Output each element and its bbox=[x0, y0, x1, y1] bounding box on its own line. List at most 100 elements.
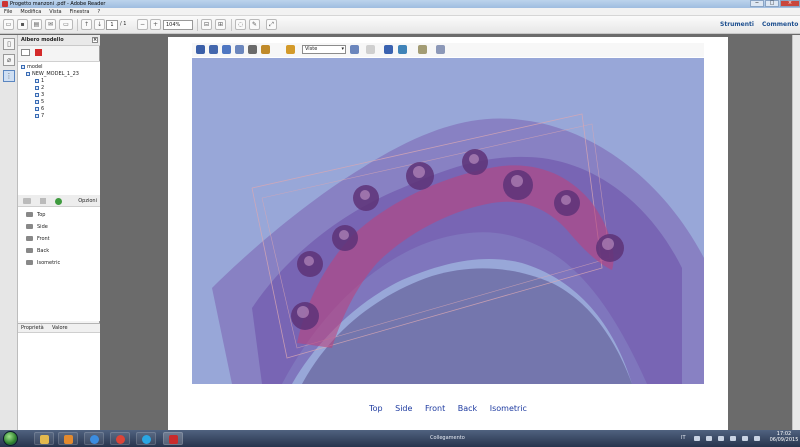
tree-node-new-model[interactable]: NEW_MODEL_1_23 bbox=[26, 71, 79, 77]
model-tree-icon[interactable]: ⋮ bbox=[3, 70, 15, 82]
zoom-out-icon[interactable]: − bbox=[137, 19, 148, 30]
media-player-task[interactable] bbox=[58, 432, 78, 445]
attachment-icon[interactable]: ⌀ bbox=[3, 54, 15, 66]
views-toolbar: Opzioni bbox=[18, 195, 100, 207]
commento-tab[interactable]: Commento bbox=[762, 21, 798, 28]
vertical-scrollbar[interactable] bbox=[792, 35, 800, 430]
chrome-task[interactable] bbox=[110, 432, 130, 445]
model-tree-title: Albero modello bbox=[21, 37, 64, 43]
menu-file[interactable]: File bbox=[4, 9, 12, 15]
projection-icon[interactable] bbox=[384, 45, 393, 54]
background-color-icon[interactable] bbox=[436, 45, 445, 54]
opzioni-menu[interactable]: Opzioni bbox=[78, 198, 97, 204]
walk-icon[interactable] bbox=[248, 45, 257, 54]
view-item-isometric[interactable]: Isometric bbox=[26, 259, 60, 267]
email-icon[interactable]: ✉ bbox=[45, 19, 56, 30]
home-view-icon[interactable] bbox=[286, 45, 295, 54]
language-indicator[interactable]: IT bbox=[681, 435, 686, 441]
pan-icon[interactable] bbox=[222, 45, 231, 54]
tree-node-child[interactable]: 7 bbox=[35, 113, 44, 119]
save-icon[interactable]: ▪ bbox=[17, 19, 28, 30]
start-button[interactable] bbox=[3, 431, 18, 446]
open-icon[interactable]: ▭ bbox=[3, 19, 14, 30]
view-link-top[interactable]: Top bbox=[369, 404, 383, 413]
tray-icon[interactable] bbox=[706, 436, 712, 441]
menu-modifica[interactable]: Modifica bbox=[20, 9, 41, 15]
sign-icon[interactable]: ⤢ bbox=[266, 19, 277, 30]
spin-icon[interactable] bbox=[209, 45, 218, 54]
play-animation-icon[interactable] bbox=[366, 45, 375, 54]
add-view-icon[interactable] bbox=[55, 198, 62, 205]
clock[interactable]: 17:02 06/09/2015 bbox=[769, 431, 799, 443]
explorer-task[interactable] bbox=[34, 432, 54, 445]
tray-icon[interactable] bbox=[694, 436, 700, 441]
view-item-front[interactable]: Front bbox=[26, 235, 50, 243]
highlight-icon[interactable]: ✎ bbox=[249, 19, 260, 30]
close-panel-icon[interactable]: × bbox=[92, 37, 98, 43]
comment-icon[interactable]: ◌ bbox=[235, 19, 246, 30]
view-item-back[interactable]: Back bbox=[26, 247, 49, 255]
checkbox-icon[interactable] bbox=[35, 106, 39, 111]
checkbox-icon[interactable] bbox=[35, 99, 39, 104]
checkbox-icon[interactable] bbox=[35, 92, 39, 97]
checkbox-icon[interactable] bbox=[35, 78, 39, 83]
view-item-top[interactable]: Top bbox=[26, 211, 45, 219]
toolbar-divider bbox=[77, 19, 78, 31]
menu-finestra[interactable]: Finestra bbox=[70, 9, 90, 15]
zoom-input[interactable]: 104% bbox=[163, 20, 193, 30]
delete-icon[interactable] bbox=[40, 198, 46, 204]
views-list: Top Side Front Back Isometric bbox=[18, 209, 100, 321]
print-icon[interactable]: ▤ bbox=[31, 19, 42, 30]
network-icon[interactable] bbox=[718, 436, 724, 441]
checkbox-icon[interactable] bbox=[35, 85, 39, 90]
battery-icon[interactable] bbox=[754, 436, 760, 441]
tree-node-child[interactable]: 2 bbox=[35, 85, 44, 91]
view-link-front[interactable]: Front bbox=[425, 404, 445, 413]
volume-icon[interactable] bbox=[742, 436, 748, 441]
view-item-side[interactable]: Side bbox=[26, 223, 48, 231]
next-page-icon[interactable]: ↓ bbox=[94, 19, 105, 30]
main-toolbar: ▭ ▪ ▤ ✉ ▭ ↑ ↓ 1 / 1 − + 104% ⊟ ⊞ ◌ ✎ ⤢ S… bbox=[0, 16, 800, 34]
maximize-button[interactable]: □ bbox=[765, 0, 779, 7]
tree-tools bbox=[18, 47, 100, 57]
view-link-isometric[interactable]: Isometric bbox=[490, 404, 527, 413]
adobe-reader-task[interactable] bbox=[163, 432, 183, 445]
views-dropdown[interactable]: Viste ▾ bbox=[302, 45, 346, 54]
strumenti-tab[interactable]: Strumenti bbox=[720, 21, 754, 28]
zoom-in-icon[interactable]: + bbox=[150, 19, 161, 30]
red-square-icon[interactable] bbox=[35, 49, 42, 56]
skype-task[interactable] bbox=[136, 432, 156, 445]
ie-task[interactable] bbox=[84, 432, 104, 445]
zoom-icon[interactable] bbox=[235, 45, 244, 54]
checkbox-icon[interactable] bbox=[21, 64, 25, 69]
model-tree-toggle-icon[interactable] bbox=[350, 45, 359, 54]
lighting-icon[interactable] bbox=[418, 45, 427, 54]
tree-node-model[interactable]: model bbox=[21, 64, 43, 70]
close-button[interactable]: × bbox=[780, 0, 800, 7]
3d-model-canvas[interactable] bbox=[192, 58, 704, 384]
fit-page-icon[interactable]: ⊞ bbox=[215, 19, 226, 30]
view-link-side[interactable]: Side bbox=[395, 404, 412, 413]
prev-page-icon[interactable]: ↑ bbox=[81, 19, 92, 30]
fly-icon[interactable] bbox=[261, 45, 270, 54]
view-links: Top Side Front Back Isometric bbox=[168, 404, 728, 413]
flag-icon[interactable] bbox=[730, 436, 736, 441]
pages-icon[interactable]: ▯ bbox=[3, 38, 15, 50]
minimize-button[interactable]: − bbox=[750, 0, 764, 7]
rotate-icon[interactable] bbox=[196, 45, 205, 54]
checkbox-icon[interactable] bbox=[26, 71, 30, 76]
tree-node-child[interactable]: 5 bbox=[35, 99, 44, 105]
view-link-back[interactable]: Back bbox=[458, 404, 477, 413]
tree-node-child[interactable]: 3 bbox=[35, 92, 44, 98]
menu-help[interactable]: ? bbox=[97, 9, 100, 15]
menu-vista[interactable]: Vista bbox=[49, 9, 61, 15]
tree-node-child[interactable]: 6 bbox=[35, 106, 44, 112]
camera-icon[interactable] bbox=[23, 198, 31, 204]
tree-node-child[interactable]: 1 bbox=[35, 78, 44, 84]
fit-width-icon[interactable]: ⊟ bbox=[201, 19, 212, 30]
tree-view-menu-icon[interactable] bbox=[21, 49, 30, 56]
share-icon[interactable]: ▭ bbox=[59, 19, 73, 30]
checkbox-icon[interactable] bbox=[35, 113, 39, 118]
render-mode-icon[interactable] bbox=[398, 45, 407, 54]
page-number-input[interactable]: 1 bbox=[106, 20, 118, 30]
